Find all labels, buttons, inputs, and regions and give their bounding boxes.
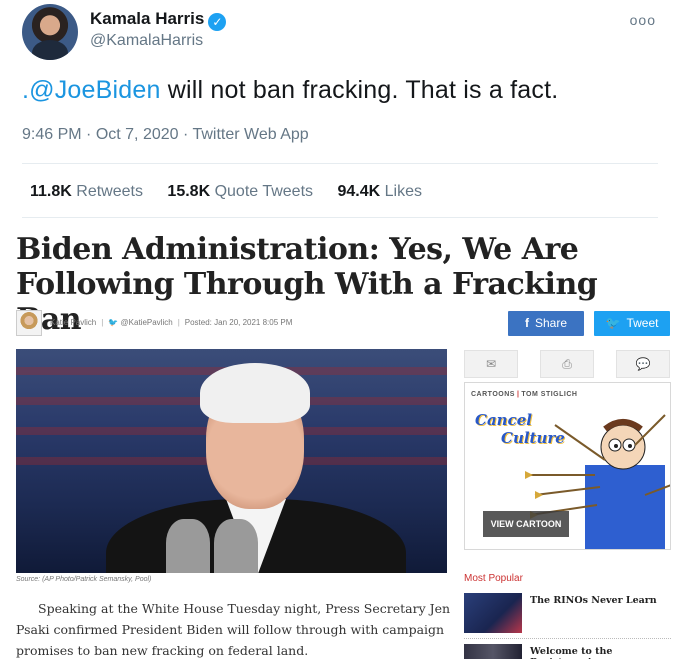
facebook-icon: f bbox=[524, 316, 529, 330]
comment-icon[interactable]: 💬 bbox=[616, 350, 670, 378]
print-icon[interactable]: ⎙ bbox=[540, 350, 594, 378]
cartoon-widget[interactable]: CARTOONS | TOM STIGLICH Cancel Culture VIE… bbox=[464, 382, 671, 550]
tweet-stats: 11.8K Retweets 15.8K Quote Tweets 94.4K … bbox=[30, 183, 442, 201]
tweet-time[interactable]: 9:46 PM bbox=[22, 126, 82, 143]
tweet-date[interactable]: Oct 7, 2020 bbox=[96, 126, 179, 143]
twitter-bird-icon: 🐦 bbox=[108, 318, 119, 327]
quote-tweets-count: 15.8K bbox=[167, 183, 211, 200]
tweet-divider-bottom bbox=[22, 217, 658, 218]
most-popular-heading: Most Popular bbox=[464, 573, 523, 584]
tweet-divider bbox=[22, 163, 658, 164]
headline-line-1: Biden Administration: Yes, We Are bbox=[16, 232, 579, 267]
likes-label: Likes bbox=[384, 183, 422, 200]
author-name[interactable]: Katie Pavlich bbox=[50, 318, 96, 327]
tweet-text: .@JoeBiden will not ban fracking. That i… bbox=[22, 76, 558, 105]
tweet-author-name[interactable]: Kamala Harris ✓ bbox=[90, 9, 227, 31]
tweet-author-handle[interactable]: @KamalaHarris bbox=[90, 32, 203, 50]
article-byline: Katie Pavlich | 🐦 @KatiePavlich | Posted: Ja… bbox=[50, 318, 293, 327]
likes-count: 94.4K bbox=[337, 183, 381, 200]
article-photo[interactable] bbox=[16, 349, 447, 573]
tweet-text-body: will not ban fracking. That is a fact. bbox=[160, 76, 559, 104]
tweet-button-label: Tweet bbox=[626, 316, 659, 330]
tweet-mention-link[interactable]: .@JoeBiden bbox=[22, 76, 161, 104]
cartoon-section-label: CARTOONS | TOM STIGLICH bbox=[471, 391, 578, 398]
tweet-author-avatar[interactable] bbox=[22, 4, 78, 60]
popular-item-thumbnail[interactable] bbox=[464, 593, 522, 633]
more-options-icon[interactable]: ooo bbox=[630, 12, 656, 28]
article-body-paragraph: Speaking at the White House Tuesday nigh… bbox=[16, 601, 451, 658]
quote-tweets-label: Quote Tweets bbox=[214, 183, 314, 200]
verified-badge-icon: ✓ bbox=[208, 13, 227, 31]
cartoon-section-name: CARTOONS bbox=[471, 391, 515, 398]
cartoon-author: TOM STIGLICH bbox=[521, 391, 578, 398]
twitter-share-button[interactable]: 🐦 Tweet bbox=[594, 311, 670, 336]
cartoon-title-1: Cancel bbox=[475, 411, 532, 429]
photo-caption: Source: (AP Photo/Patrick Semansky, Pool… bbox=[16, 576, 152, 583]
tweet-source-app[interactable]: Twitter Web App bbox=[192, 126, 308, 143]
tweet-meta: 9:46 PM · Oct 7, 2020 · Twitter Web App bbox=[22, 126, 309, 143]
retweets-stat[interactable]: 11.8K Retweets bbox=[30, 183, 143, 200]
embedded-tweet: Kamala Harris ✓ @KamalaHarris ooo .@JoeBi… bbox=[0, 0, 680, 222]
popular-item[interactable]: Welcome to the Resistance! bbox=[464, 644, 671, 659]
share-button-label: Share bbox=[534, 316, 568, 330]
retweets-count: 11.8K bbox=[30, 183, 72, 200]
author-twitter-handle[interactable]: @KatiePavlich bbox=[121, 318, 173, 327]
likes-stat[interactable]: 94.4K Likes bbox=[337, 183, 422, 200]
popular-item-title[interactable]: Welcome to the Resistance! bbox=[530, 646, 671, 659]
twitter-icon: 🐦 bbox=[605, 316, 621, 330]
quote-tweets-stat[interactable]: 15.8K Quote Tweets bbox=[167, 183, 313, 200]
popular-item[interactable]: The RINOs Never Learn bbox=[464, 593, 671, 633]
view-cartoon-button[interactable]: VIEW CARTOON bbox=[483, 511, 569, 537]
author-avatar[interactable] bbox=[16, 310, 42, 336]
popular-divider bbox=[464, 638, 671, 639]
email-icon[interactable]: ✉ bbox=[464, 350, 518, 378]
popular-item-thumbnail[interactable] bbox=[464, 644, 522, 659]
posted-date: Posted: Jan 20, 2021 8:05 PM bbox=[184, 318, 293, 327]
article-tools: ✉ ⎙ 💬 bbox=[464, 350, 671, 378]
popular-item-title[interactable]: The RINOs Never Learn bbox=[530, 595, 657, 606]
tweet-author-name-text: Kamala Harris bbox=[90, 9, 205, 28]
facebook-share-button[interactable]: f Share bbox=[508, 311, 584, 336]
retweets-label: Retweets bbox=[76, 183, 143, 200]
